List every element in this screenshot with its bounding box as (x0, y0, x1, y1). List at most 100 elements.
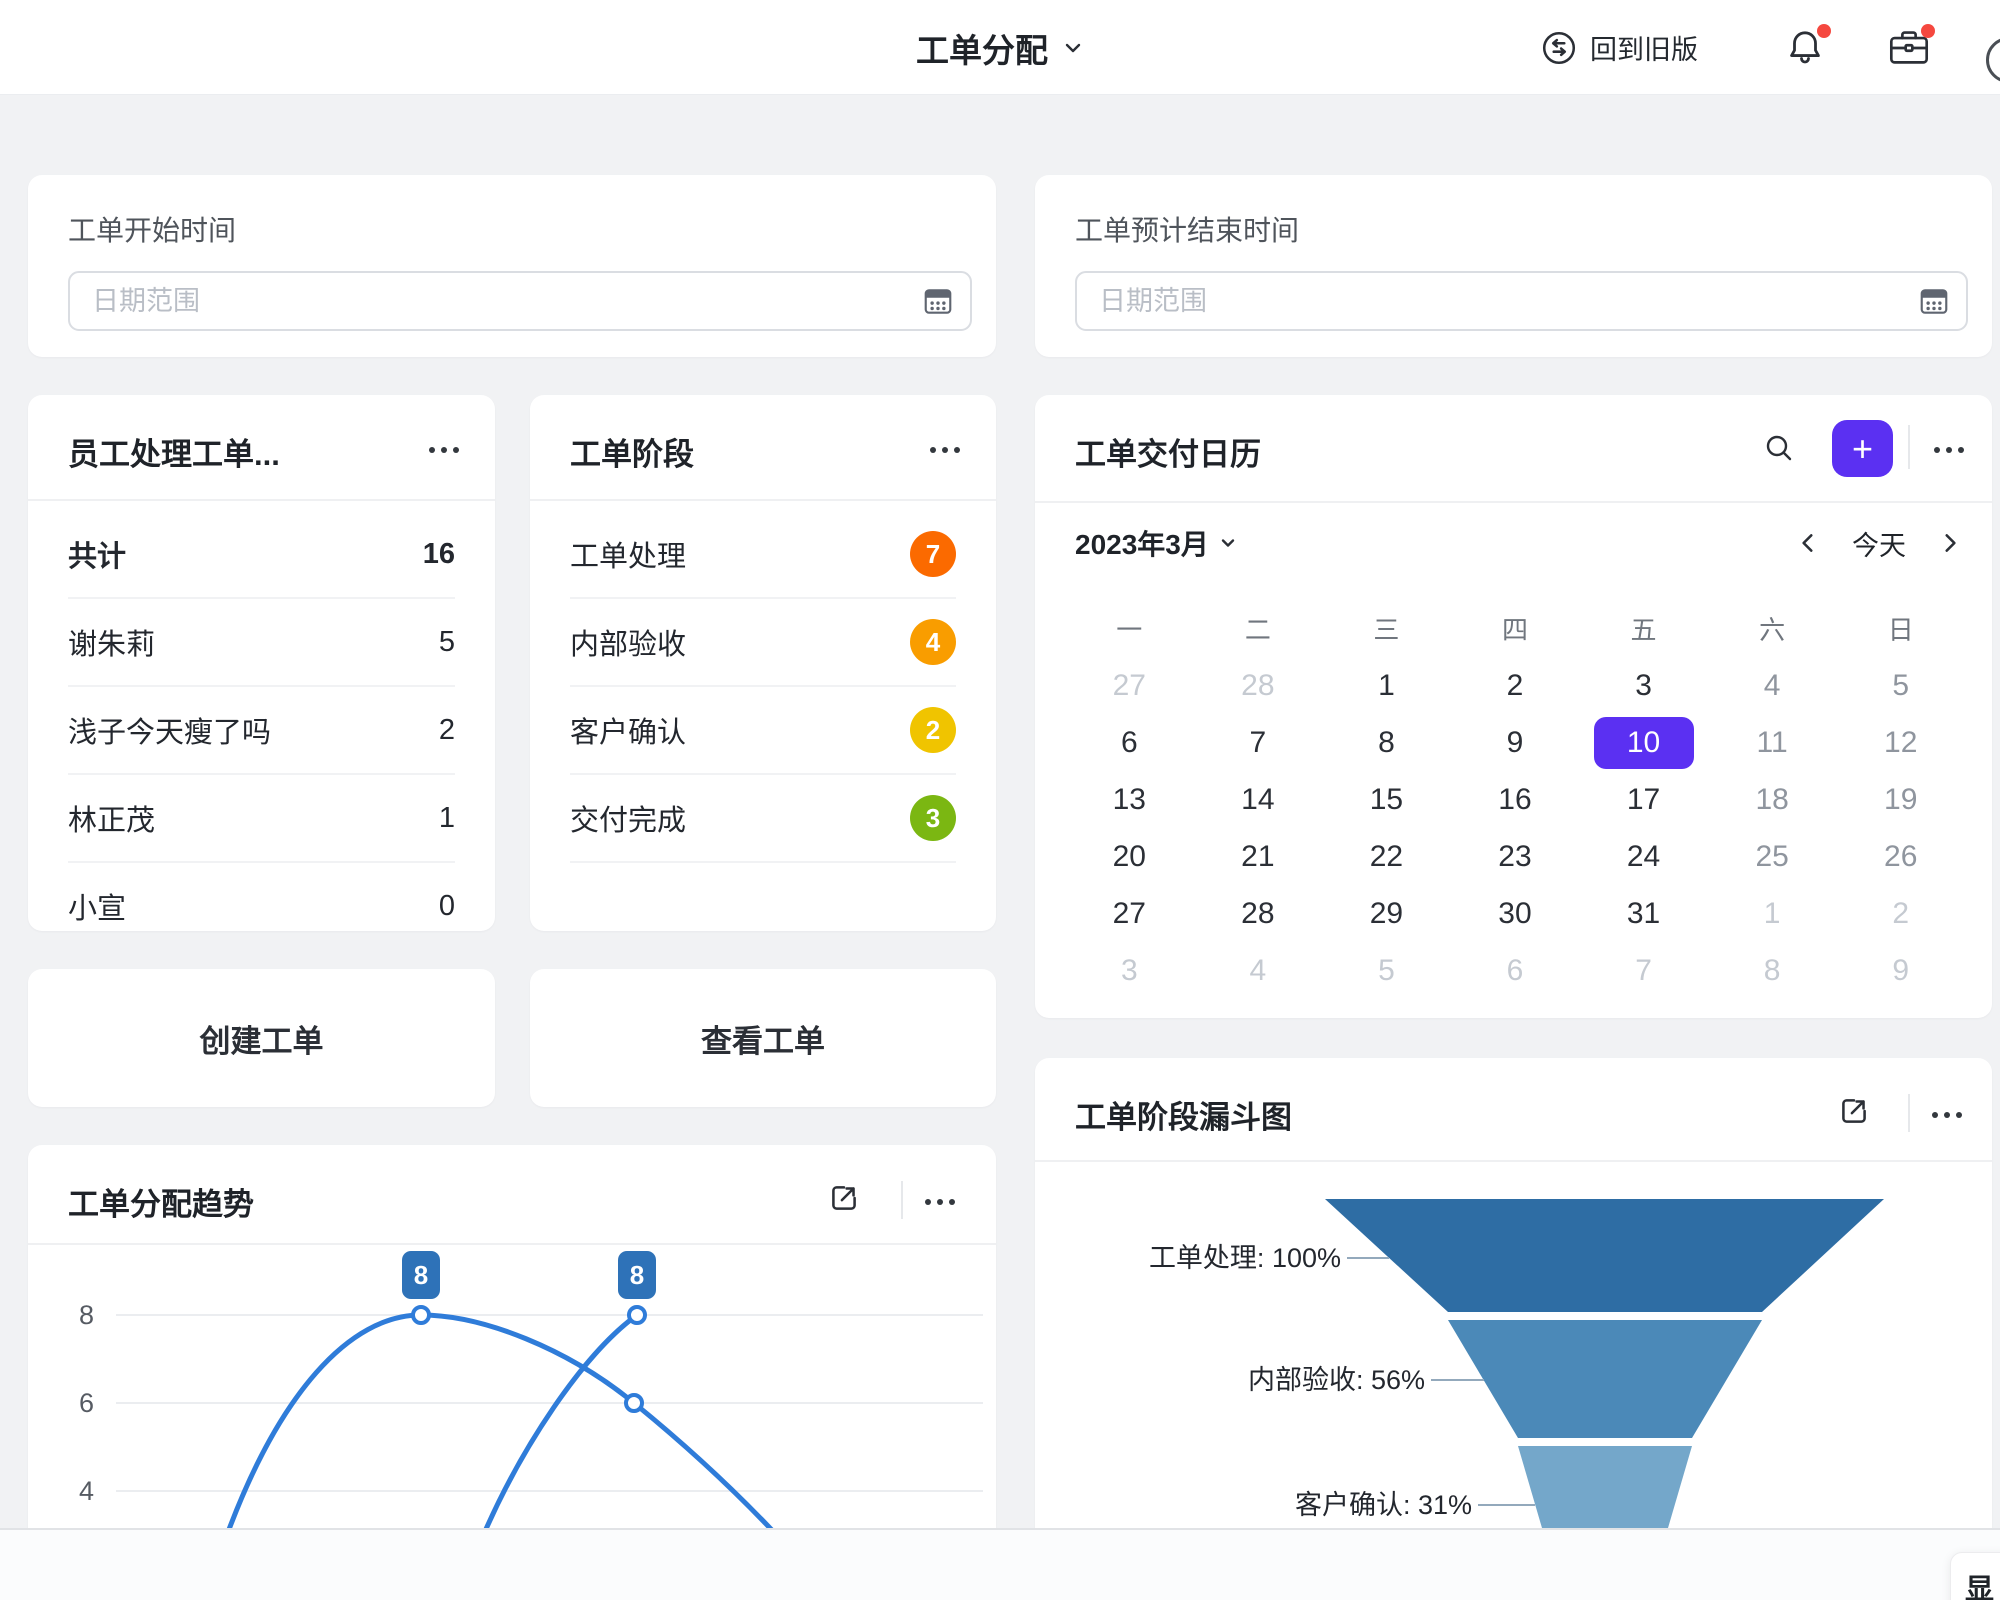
calendar-day[interactable]: 27 (1065, 885, 1194, 942)
employee-name: 小宣 (68, 885, 126, 927)
chevron-down-icon (1219, 534, 1237, 552)
employee-name: 谢朱莉 (68, 621, 155, 663)
bottom-bar: 显 (0, 1528, 2000, 1600)
workbench-button[interactable] (1888, 27, 1930, 69)
calendar-day[interactable]: 2 (1451, 657, 1580, 714)
calendar-day[interactable]: 28 (1194, 657, 1323, 714)
calendar-day[interactable]: 3 (1065, 942, 1194, 999)
calendar-day[interactable]: 2 (1836, 885, 1965, 942)
employee-stats-card: 员工处理工单... 共计16谢朱莉5浅子今天瘦了吗2林正茂1小宣0 (28, 395, 495, 931)
data-point-marker[interactable] (413, 1307, 429, 1323)
calendar-day[interactable]: 9 (1451, 714, 1580, 771)
funnel-segment-1[interactable] (1325, 1199, 1884, 1312)
calendar-day[interactable]: 8 (1322, 714, 1451, 771)
data-point-marker[interactable] (629, 1307, 645, 1323)
calendar-day[interactable]: 12 (1836, 714, 1965, 771)
calendar-day[interactable]: 8 (1708, 942, 1837, 999)
calendar-day[interactable]: 14 (1194, 771, 1323, 828)
calendar-day[interactable]: 6 (1065, 714, 1194, 771)
calendar-day[interactable]: 19 (1836, 771, 1965, 828)
calendar-day[interactable]: 11 (1708, 714, 1837, 771)
stage-count-badge: 3 (910, 795, 956, 841)
calendar-day[interactable]: 31 (1579, 885, 1708, 942)
more-menu-icon[interactable] (930, 445, 960, 455)
funnel-label: 客户确认: 31% (1295, 1490, 1472, 1520)
stage-count-badge: 4 (910, 619, 956, 665)
search-icon[interactable] (1762, 431, 1796, 465)
employee-row[interactable]: 共计16 (68, 511, 455, 599)
calendar-day[interactable]: 7 (1579, 942, 1708, 999)
calendar-day[interactable]: 23 (1451, 828, 1580, 885)
calendar-day[interactable]: 5 (1836, 657, 1965, 714)
calendar-day[interactable]: 28 (1194, 885, 1323, 942)
chevron-right-icon[interactable] (1940, 531, 1960, 555)
calendar-day[interactable]: 9 (1836, 942, 1965, 999)
funnel-segment-3[interactable] (1518, 1446, 1692, 1528)
funnel-segment-2[interactable] (1448, 1320, 1762, 1438)
calendar-day[interactable]: 6 (1451, 942, 1580, 999)
notifications-button[interactable] (1784, 27, 1826, 69)
calendar-day[interactable]: 15 (1322, 771, 1451, 828)
stage-stats-card: 工单阶段 工单处理7内部验收4客户确认2交付完成3 (530, 395, 996, 931)
calendar-day[interactable]: 22 (1322, 828, 1451, 885)
stage-name: 内部验收 (570, 621, 686, 663)
calendar-day[interactable]: 25 (1708, 828, 1837, 885)
add-event-button[interactable]: + (1832, 420, 1893, 477)
calendar-day[interactable]: 7 (1194, 714, 1323, 771)
calendar-day[interactable]: 4 (1708, 657, 1837, 714)
calendar-icon[interactable] (922, 285, 954, 317)
end-date-range-input[interactable] (1075, 271, 1968, 331)
calendar-day[interactable]: 1 (1708, 885, 1837, 942)
y-tick: 8 (79, 1300, 94, 1330)
show-hint-button[interactable]: 显 (1950, 1552, 2000, 1600)
more-menu-icon[interactable] (1934, 445, 1964, 455)
open-in-new-icon[interactable] (1836, 1093, 1872, 1129)
calendar-day[interactable]: 16 (1451, 771, 1580, 828)
calendar-day[interactable]: 3 (1579, 657, 1708, 714)
calendar-day[interactable]: 20 (1065, 828, 1194, 885)
employee-name: 浅子今天瘦了吗 (68, 709, 271, 751)
employee-row[interactable]: 小宣0 (68, 863, 455, 931)
calendar-day[interactable]: 5 (1322, 942, 1451, 999)
calendar-day[interactable]: 30 (1451, 885, 1580, 942)
trend-line-chart: 8 6 4 8 8 (28, 1243, 996, 1528)
today-button[interactable]: 今天 (1852, 524, 1906, 563)
calendar-day[interactable]: 4 (1194, 942, 1323, 999)
employee-row[interactable]: 林正茂1 (68, 775, 455, 863)
calendar-day[interactable]: 29 (1322, 885, 1451, 942)
open-in-new-icon[interactable] (826, 1180, 862, 1216)
calendar-day[interactable]: 24 (1579, 828, 1708, 885)
weekday-label: 四 (1451, 600, 1580, 657)
more-menu-icon[interactable] (429, 445, 459, 455)
stage-row[interactable]: 客户确认2 (570, 687, 956, 775)
start-date-range-input[interactable] (68, 271, 972, 331)
calendar-day[interactable]: 1 (1322, 657, 1451, 714)
calendar-day[interactable]: 26 (1836, 828, 1965, 885)
calendar-day[interactable]: 21 (1194, 828, 1323, 885)
calendar-icon[interactable] (1918, 285, 1950, 317)
page-title-dropdown[interactable]: 工单分配 (916, 0, 1084, 95)
employee-row[interactable]: 谢朱莉5 (68, 599, 455, 687)
view-workorder-button[interactable]: 查看工单 (530, 969, 996, 1107)
employee-name: 林正茂 (68, 797, 155, 839)
month-selector[interactable]: 2023年3月 (1075, 523, 1237, 563)
calendar-day[interactable]: 27 (1065, 657, 1194, 714)
calendar-day[interactable]: 17 (1579, 771, 1708, 828)
stage-row[interactable]: 交付完成3 (570, 775, 956, 863)
employee-row[interactable]: 浅子今天瘦了吗2 (68, 687, 455, 775)
data-point-marker[interactable] (626, 1395, 642, 1411)
calendar-day-selected[interactable]: 10 (1579, 714, 1708, 771)
chevron-left-icon[interactable] (1798, 531, 1818, 555)
back-to-old-button[interactable]: 回到旧版 (1540, 0, 1698, 95)
y-tick: 6 (79, 1388, 94, 1418)
more-menu-icon[interactable] (1932, 1110, 1962, 1120)
calendar-day[interactable]: 13 (1065, 771, 1194, 828)
stage-row[interactable]: 工单处理7 (570, 511, 956, 599)
avatar[interactable] (1986, 37, 2000, 83)
calendar-day[interactable]: 18 (1708, 771, 1837, 828)
stage-row[interactable]: 内部验收 4 (570, 599, 956, 687)
view-workorder-label: 查看工单 (701, 1016, 825, 1061)
create-workorder-button[interactable]: 创建工单 (28, 969, 495, 1107)
filter-card-end: 工单预计结束时间 (1035, 175, 1992, 357)
more-menu-icon[interactable] (925, 1197, 955, 1207)
